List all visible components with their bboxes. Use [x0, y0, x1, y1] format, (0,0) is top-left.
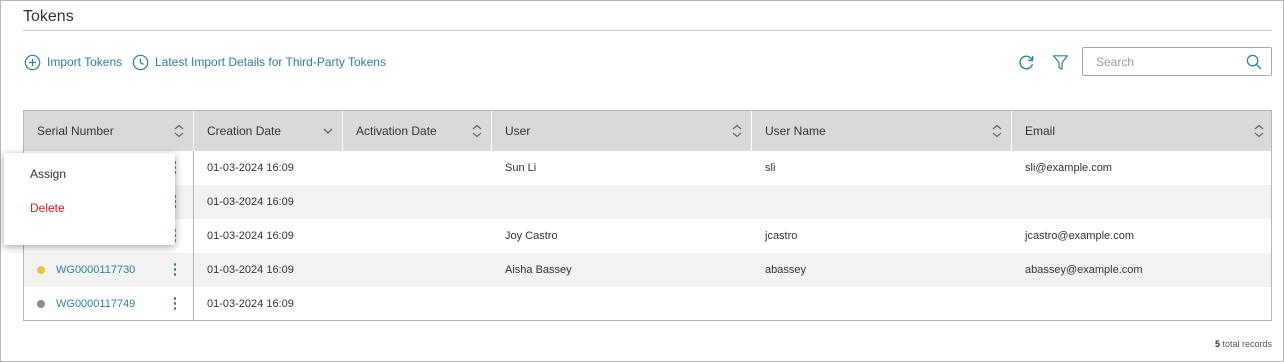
- kebab-icon[interactable]: [170, 296, 180, 312]
- sort-icon[interactable]: [471, 124, 483, 138]
- latest-import-details-label: Latest Import Details for Third-Party To…: [155, 55, 386, 69]
- column-label: User Name: [765, 124, 826, 138]
- user-name-cell: jcastro: [765, 230, 798, 242]
- user-cell: Joy Castro: [505, 230, 558, 242]
- column-header-user-name[interactable]: User Name: [752, 111, 1012, 151]
- plus-circle-icon: [24, 54, 41, 70]
- column-label: Serial Number: [37, 124, 114, 138]
- table-row[interactable]: WG0000117749 01-03-2024 16:09: [24, 287, 1271, 320]
- column-header-activation-date[interactable]: Activation Date: [343, 111, 492, 151]
- title-divider: [23, 30, 1272, 31]
- column-header-serial-number[interactable]: Serial Number: [24, 111, 194, 151]
- table-header: Serial Number Creation Date Activation D…: [24, 111, 1271, 151]
- tokens-table: Serial Number Creation Date Activation D…: [23, 110, 1272, 321]
- import-tokens-label: Import Tokens: [47, 55, 123, 69]
- sort-icon[interactable]: [1253, 124, 1265, 138]
- column-divider: [193, 151, 194, 320]
- column-label: Activation Date: [356, 124, 437, 138]
- user-name-cell: sli: [765, 162, 776, 174]
- column-header-user[interactable]: User: [492, 111, 752, 151]
- total-records-label: total records: [1219, 339, 1272, 349]
- column-label: Creation Date: [207, 124, 282, 138]
- creation-date-cell: 01-03-2024 16:09: [207, 264, 294, 276]
- assign-menu-item[interactable]: Assign: [30, 167, 66, 181]
- filter-icon: [1052, 54, 1068, 70]
- user-cell: Aisha Bassey: [505, 264, 572, 276]
- column-header-email[interactable]: Email: [1012, 111, 1271, 151]
- creation-date-cell: 01-03-2024 16:09: [207, 230, 294, 242]
- creation-date-cell: 01-03-2024 16:09: [207, 196, 294, 208]
- serial-number-link[interactable]: WG0000117749: [56, 287, 135, 320]
- creation-date-cell: 01-03-2024 16:09: [207, 298, 294, 310]
- user-cell: Sun Li: [505, 162, 537, 174]
- kebab-icon[interactable]: [170, 262, 180, 278]
- email-cell: jcastro@example.com: [1025, 230, 1134, 242]
- row-actions-menu: Assign Delete: [4, 153, 175, 245]
- table-row[interactable]: 01-03-2024 16:09 Joy Castro jcastro jcas…: [24, 219, 1271, 253]
- sort-icon[interactable]: [731, 124, 743, 138]
- refresh-button[interactable]: [1016, 52, 1036, 72]
- delete-menu-item[interactable]: Delete: [30, 201, 65, 215]
- user-name-cell: abassey: [765, 264, 806, 276]
- column-label: User: [505, 124, 531, 138]
- sort-icon[interactable]: [173, 124, 185, 138]
- serial-number-link[interactable]: WG0000117730: [56, 253, 135, 287]
- status-dot: [37, 300, 45, 308]
- table-row[interactable]: 01-03-2024 16:09: [24, 185, 1271, 219]
- email-cell: sli@example.com: [1025, 162, 1112, 174]
- clock-icon: [132, 54, 149, 70]
- refresh-icon: [1018, 55, 1033, 69]
- column-label: Email: [1025, 124, 1056, 138]
- total-records: 5 total records: [1215, 339, 1272, 349]
- status-dot: [37, 266, 45, 274]
- table-row[interactable]: 01-03-2024 16:09 Sun Li sli sli@example.…: [24, 151, 1271, 185]
- import-tokens-link[interactable]: Import Tokens: [24, 53, 122, 71]
- sort-icon[interactable]: [991, 124, 1003, 138]
- table-row[interactable]: WG0000117730 01-03-2024 16:09 Aisha Bass…: [24, 253, 1271, 287]
- search-icon[interactable]: [1246, 54, 1262, 70]
- column-header-creation-date[interactable]: Creation Date: [194, 111, 343, 151]
- search-field[interactable]: [1082, 47, 1272, 76]
- page-title: Tokens: [23, 8, 74, 25]
- search-input[interactable]: [1083, 48, 1243, 75]
- filter-button[interactable]: [1050, 52, 1070, 72]
- email-cell: abassey@example.com: [1025, 264, 1143, 276]
- latest-import-details-link[interactable]: Latest Import Details for Third-Party To…: [132, 53, 386, 71]
- chevron-down-icon[interactable]: [322, 124, 334, 138]
- creation-date-cell: 01-03-2024 16:09: [207, 162, 294, 174]
